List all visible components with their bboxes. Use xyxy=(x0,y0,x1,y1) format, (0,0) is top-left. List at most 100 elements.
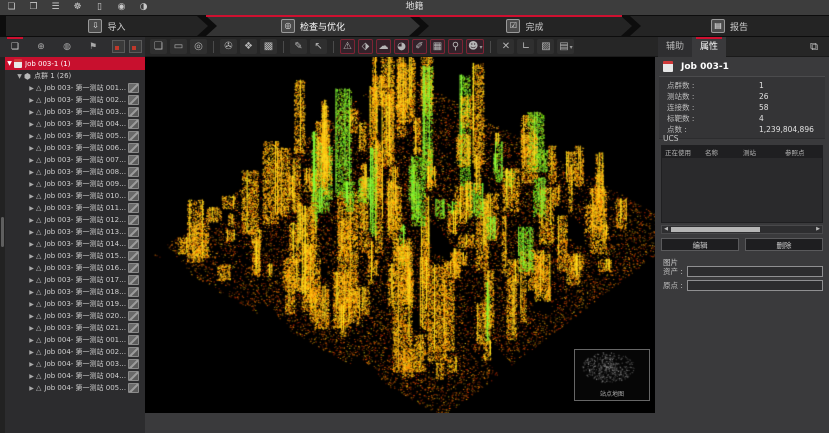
camera-icon[interactable]: ✇ xyxy=(220,39,237,54)
expander-icon[interactable]: ▼ xyxy=(5,60,14,67)
draw-annotation-icon[interactable]: ✐ xyxy=(412,39,427,54)
cube-view-icon[interactable]: ▩ xyxy=(260,39,277,54)
tab-globe[interactable]: ◍ xyxy=(54,37,80,57)
photo-icon[interactable] xyxy=(128,107,139,117)
photo-icon[interactable] xyxy=(128,95,139,105)
expander-icon[interactable]: ▶ xyxy=(27,337,36,344)
tree-station-row[interactable]: ▶ △ Job 003- 第一测站 007 (5) xyxy=(5,154,145,166)
ucs-table[interactable]: 正在使用名称测站参照点 xyxy=(661,145,823,223)
photo-icon[interactable] xyxy=(128,203,139,213)
photo-icon[interactable] xyxy=(128,251,139,261)
ucs-column-header[interactable]: 名称 xyxy=(702,147,740,157)
photo-icon[interactable] xyxy=(128,215,139,225)
photo-icon[interactable] xyxy=(128,311,139,321)
photo-icon[interactable] xyxy=(128,359,139,369)
tree-scrollbar-thumb[interactable] xyxy=(1,217,4,247)
expander-icon[interactable]: ▶ xyxy=(27,121,36,128)
tree-station-row[interactable]: ▶ △ Job 003- 第一测站 008 (2) xyxy=(5,166,145,178)
measure-pen-icon[interactable]: ✎ xyxy=(290,39,307,54)
zoom-window-icon[interactable]: ◎ xyxy=(190,39,207,54)
rect-select-icon[interactable]: ▭ xyxy=(170,39,187,54)
tree-station-row[interactable]: ▶ △ Job 004- 第一测站 004 (7) xyxy=(5,370,145,382)
ucs-column-header[interactable]: 参照点 xyxy=(782,147,822,157)
minimap-canvas[interactable] xyxy=(576,352,648,386)
photo-icon[interactable] xyxy=(128,263,139,273)
edit-button[interactable]: 编辑 xyxy=(661,238,739,251)
cloud-annotation-icon[interactable]: ☁ xyxy=(376,39,391,54)
tree-station-row[interactable]: ▶ △ Job 003- 第一测站 005 (7) xyxy=(5,130,145,142)
expander-icon[interactable]: ▶ xyxy=(27,385,36,392)
expander-icon[interactable]: ▶ xyxy=(27,361,36,368)
photo-icon[interactable] xyxy=(128,299,139,309)
photo-icon[interactable] xyxy=(128,83,139,93)
tab-links[interactable]: ⊕ xyxy=(28,37,54,57)
filter-images-toggle[interactable] xyxy=(129,40,142,53)
photo-icon[interactable] xyxy=(128,179,139,189)
render-objects-icon[interactable]: ❖ xyxy=(240,39,257,54)
tab-auxiliary[interactable]: 辅助 xyxy=(658,37,692,57)
axis-icon[interactable]: ∟ xyxy=(517,39,534,54)
tree-station-row[interactable]: ▶ △ Job 003- 第一测站 004 (5) xyxy=(5,118,145,130)
tree-station-row[interactable]: ▶ △ Job 003- 第一测站 020 (5) xyxy=(5,310,145,322)
photo-icon[interactable] xyxy=(128,275,139,285)
tree-station-row[interactable]: ▶ △ Job 003- 第一测站 002 (5) xyxy=(5,94,145,106)
tag-annotation-icon[interactable]: ⬗ xyxy=(358,39,373,54)
photo-icon[interactable] xyxy=(128,131,139,141)
ucs-scrollbar[interactable]: ◀ ▶ xyxy=(661,225,823,234)
ucs-scroll-thumb[interactable] xyxy=(671,227,760,232)
expander-icon[interactable]: ▶ xyxy=(27,109,36,116)
tree-station-row[interactable]: ▶ △ Job 003- 第一测站 021 (9) xyxy=(5,322,145,334)
photo-icon[interactable] xyxy=(128,383,139,393)
tree-station-row[interactable]: ▶ △ Job 003- 第一测站 016 (4) xyxy=(5,262,145,274)
expander-icon[interactable]: ▶ xyxy=(27,325,36,332)
delete-button[interactable]: 删除 xyxy=(745,238,823,251)
photo-icon[interactable] xyxy=(128,155,139,165)
tree-station-row[interactable]: ▶ △ Job 003- 第一测站 010 (3) xyxy=(5,190,145,202)
ucs-column-header[interactable]: 测站 xyxy=(740,147,782,157)
tree-station-row[interactable]: ▶ △ Job 003- 第一测站 013 (4) xyxy=(5,226,145,238)
ucs-column-header[interactable]: 正在使用 xyxy=(662,147,702,157)
origin-input[interactable] xyxy=(687,280,823,291)
expander-icon[interactable]: ▶ xyxy=(27,265,36,272)
display-mode-icon[interactable]: ▤▾ xyxy=(557,39,574,54)
tree-station-row[interactable]: ▶ △ Job 004- 第一测站 001 (3) xyxy=(5,334,145,346)
photo-icon[interactable] xyxy=(128,119,139,129)
ucs-scroll-track[interactable] xyxy=(670,227,814,232)
pick-point-icon[interactable]: ↖ xyxy=(310,39,327,54)
sphere-view-icon[interactable]: ◕ xyxy=(394,39,409,54)
asset-input[interactable] xyxy=(687,266,823,277)
expander-icon[interactable]: ▼ xyxy=(15,73,24,80)
tree-station-row[interactable]: ▶ △ Job 003- 第一测站 009 (3) xyxy=(5,178,145,190)
workspace-windows-icon[interactable]: ⧉ xyxy=(806,39,822,55)
photo-icon[interactable] xyxy=(128,347,139,357)
filter-stations-toggle[interactable] xyxy=(112,40,125,53)
expander-icon[interactable]: ▶ xyxy=(27,157,36,164)
tree-station-row[interactable]: ▶ △ Job 004- 第一测站 005 (6) xyxy=(5,382,145,394)
expander-icon[interactable]: ▶ xyxy=(27,349,36,356)
expander-icon[interactable]: ▶ xyxy=(27,145,36,152)
tab-properties[interactable]: 属性 xyxy=(692,37,726,57)
expander-icon[interactable]: ▶ xyxy=(27,205,36,212)
tree-station-row[interactable]: ▶ △ Job 003- 第一测站 012 (5) xyxy=(5,214,145,226)
expander-icon[interactable]: ▶ xyxy=(27,133,36,140)
photo-icon[interactable] xyxy=(128,323,139,333)
minimap[interactable]: 站点地图 xyxy=(574,349,650,401)
expander-icon[interactable]: ▶ xyxy=(27,85,36,92)
expander-icon[interactable]: ▶ xyxy=(27,289,36,296)
tree-station-row[interactable]: ▶ △ Job 003- 第一测站 015 (4) xyxy=(5,250,145,262)
photo-icon[interactable] xyxy=(128,335,139,345)
photo-icon[interactable] xyxy=(128,371,139,381)
snapshot-icon[interactable]: ▨ xyxy=(537,39,554,54)
scroll-right-icon[interactable]: ▶ xyxy=(814,226,822,233)
tab-flags[interactable]: ⚑ xyxy=(80,37,106,57)
tree-station-row[interactable]: ▶ △ Job 003- 第一测站 011 (2) xyxy=(5,202,145,214)
scroll-left-icon[interactable]: ◀ xyxy=(662,226,670,233)
tab-project-tree[interactable]: ❏ xyxy=(2,37,28,57)
expander-icon[interactable]: ▶ xyxy=(27,301,36,308)
tree-station-row[interactable]: ▶ △ Job 003- 第一测站 019 (2) xyxy=(5,298,145,310)
expander-icon[interactable]: ▶ xyxy=(27,217,36,224)
warning-annotation-icon[interactable]: ⚠ xyxy=(340,39,355,54)
photo-icon[interactable] xyxy=(128,143,139,153)
expander-icon[interactable]: ▶ xyxy=(27,181,36,188)
cross-section-icon[interactable]: ✕ xyxy=(497,39,514,54)
